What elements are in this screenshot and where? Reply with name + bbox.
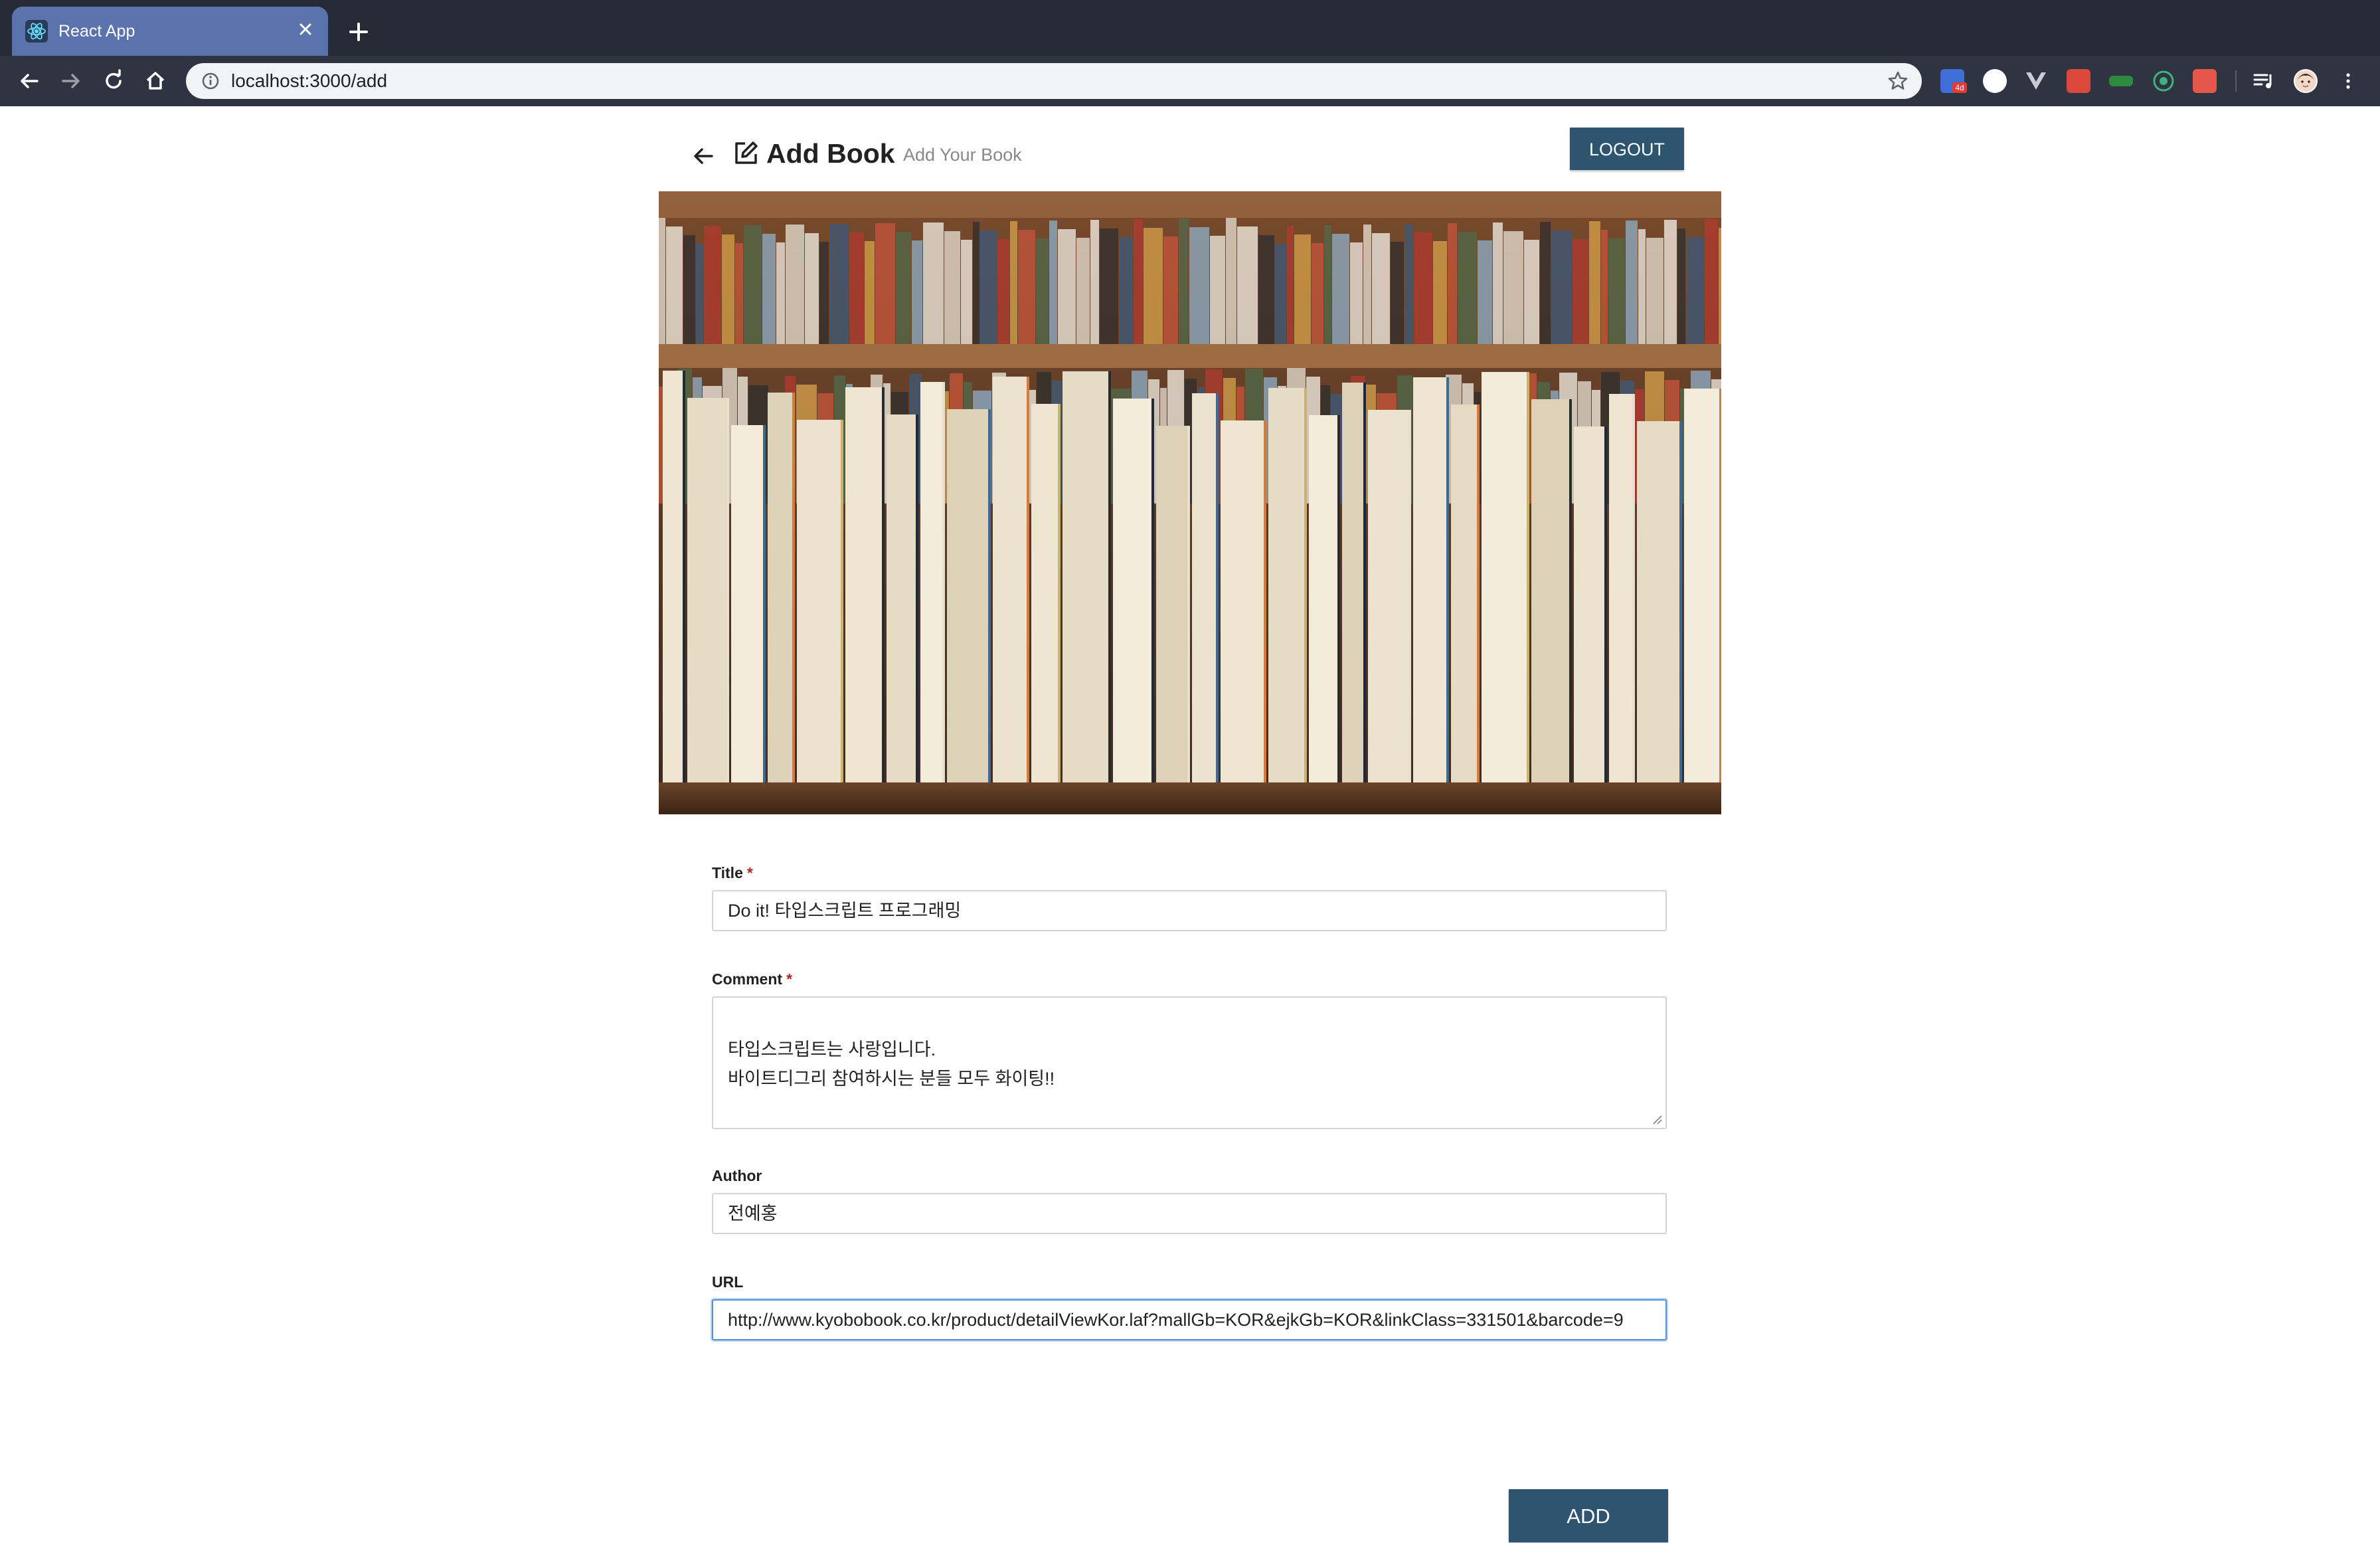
comment-textarea[interactable]: 타입스크립트는 사랑입니다. 바이트디그리 참여하시는 분들 모두 화이팅!! <box>712 996 1667 1129</box>
author-input[interactable]: 전예홍 <box>712 1193 1667 1234</box>
browser-titlebar: React App <box>0 0 2380 56</box>
react-icon <box>25 20 48 43</box>
star-icon[interactable] <box>1887 70 1909 92</box>
reload-icon[interactable] <box>100 68 127 94</box>
extension-gift-icon[interactable] <box>2067 69 2090 93</box>
title-input[interactable]: Do it! 타입스크립트 프로그래밍 <box>712 890 1667 931</box>
edit-icon <box>735 141 758 164</box>
address-bar[interactable]: localhost:3000/add <box>186 63 1922 99</box>
close-icon[interactable] <box>294 17 317 41</box>
bookshelf-hero-image <box>659 191 1721 814</box>
toolbar-divider <box>2235 70 2237 92</box>
page-header: Add Book Add Your Book LOGOUT <box>659 125 1721 178</box>
extension-circle-icon[interactable] <box>1983 69 2007 93</box>
back-icon[interactable] <box>16 68 42 94</box>
extension-calendar-icon[interactable]: 4d <box>1940 69 1967 93</box>
forward-icon[interactable] <box>58 68 84 94</box>
plus-icon[interactable] <box>345 19 372 45</box>
info-icon[interactable] <box>201 71 220 91</box>
extension-target-icon[interactable] <box>2152 69 2175 93</box>
page-subtitle: Add Your Book <box>903 145 1022 165</box>
browser-toolbar: localhost:3000/add 4d <box>0 56 2380 106</box>
extension-badge: 4d <box>1952 82 1967 93</box>
add-button[interactable]: ADD <box>1509 1489 1668 1542</box>
resize-grip-icon[interactable] <box>1651 1113 1663 1125</box>
title-label: Title * <box>712 864 753 881</box>
avatar[interactable] <box>2294 69 2318 93</box>
author-label: Author <box>712 1167 762 1184</box>
required-mark: * <box>786 970 793 988</box>
url-label: URL <box>712 1273 744 1291</box>
comment-label: Comment * <box>712 970 793 988</box>
address-url[interactable]: localhost:3000/add <box>231 71 387 91</box>
extension-pdf-icon[interactable] <box>2193 69 2217 93</box>
extension-vue-icon[interactable] <box>2024 69 2048 93</box>
logout-button[interactable]: LOGOUT <box>1570 128 1684 170</box>
extension-green-icon[interactable] <box>2109 76 2133 86</box>
playlist-icon[interactable] <box>2251 69 2275 93</box>
tab-react-app[interactable]: React App <box>12 7 328 56</box>
arrow-left-icon[interactable] <box>691 143 716 169</box>
page-content: Add Book Add Your Book LOGOUT Title * Do… <box>0 106 2380 1542</box>
required-mark: * <box>746 864 753 881</box>
home-icon[interactable] <box>142 68 169 94</box>
comment-text: 타입스크립트는 사랑입니다. 바이트디그리 참여하시는 분들 모두 화이팅!! <box>728 1040 1055 1089</box>
more-menu-icon[interactable] <box>2336 69 2360 93</box>
url-input[interactable]: http://www.kyobobook.co.kr/product/detai… <box>712 1299 1667 1340</box>
page-title: Add Book <box>766 138 895 169</box>
tab-title: React App <box>58 22 135 41</box>
